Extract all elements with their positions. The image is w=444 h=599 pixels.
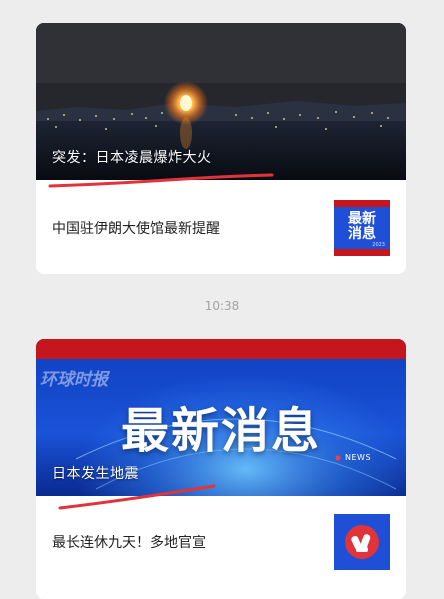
message-timestamp: 10:38 bbox=[204, 299, 240, 313]
brand-logo: 环球时报 bbox=[40, 370, 108, 390]
news-tag: NEWS bbox=[345, 453, 372, 462]
hero-caption: 日本发生地震 bbox=[52, 466, 139, 482]
sub-article-row[interactable]: 最长连休九天！多地官宣 bbox=[36, 512, 406, 572]
sub-article-row[interactable]: 中国驻伊朗大使馆最新提醒 最新 消息 2023 bbox=[36, 198, 406, 258]
article-card-2[interactable]: 环球时报 最新消息 NEWS 日本发生地震 最长连休九天！多地官宣 bbox=[36, 339, 406, 599]
hero-image[interactable]: 环球时报 最新消息 NEWS 日本发生地震 bbox=[36, 339, 406, 496]
headline-text: 最新消息 bbox=[120, 403, 321, 459]
article-card-1[interactable]: 突发：日本凌晨爆炸大火 中国驻伊朗大使馆最新提醒 最新 消息 2023 bbox=[36, 23, 406, 274]
sub-article-title: 中国驻伊朗大使馆最新提醒 bbox=[52, 221, 220, 237]
hand-clap-thumbnail bbox=[334, 514, 390, 570]
sub-article-title: 最长连休九天！多地官宣 bbox=[52, 535, 206, 551]
news-thumbnail: 最新 消息 2023 bbox=[334, 200, 390, 256]
thumb-small-text: 2023 bbox=[372, 242, 385, 248]
thumb-text-line1: 最新 bbox=[348, 211, 376, 227]
thumb-text-line2: 消息 bbox=[348, 226, 376, 242]
hero-caption: 突发：日本凌晨爆炸大火 bbox=[52, 150, 212, 166]
hero-image[interactable]: 突发：日本凌晨爆炸大火 bbox=[36, 23, 406, 180]
